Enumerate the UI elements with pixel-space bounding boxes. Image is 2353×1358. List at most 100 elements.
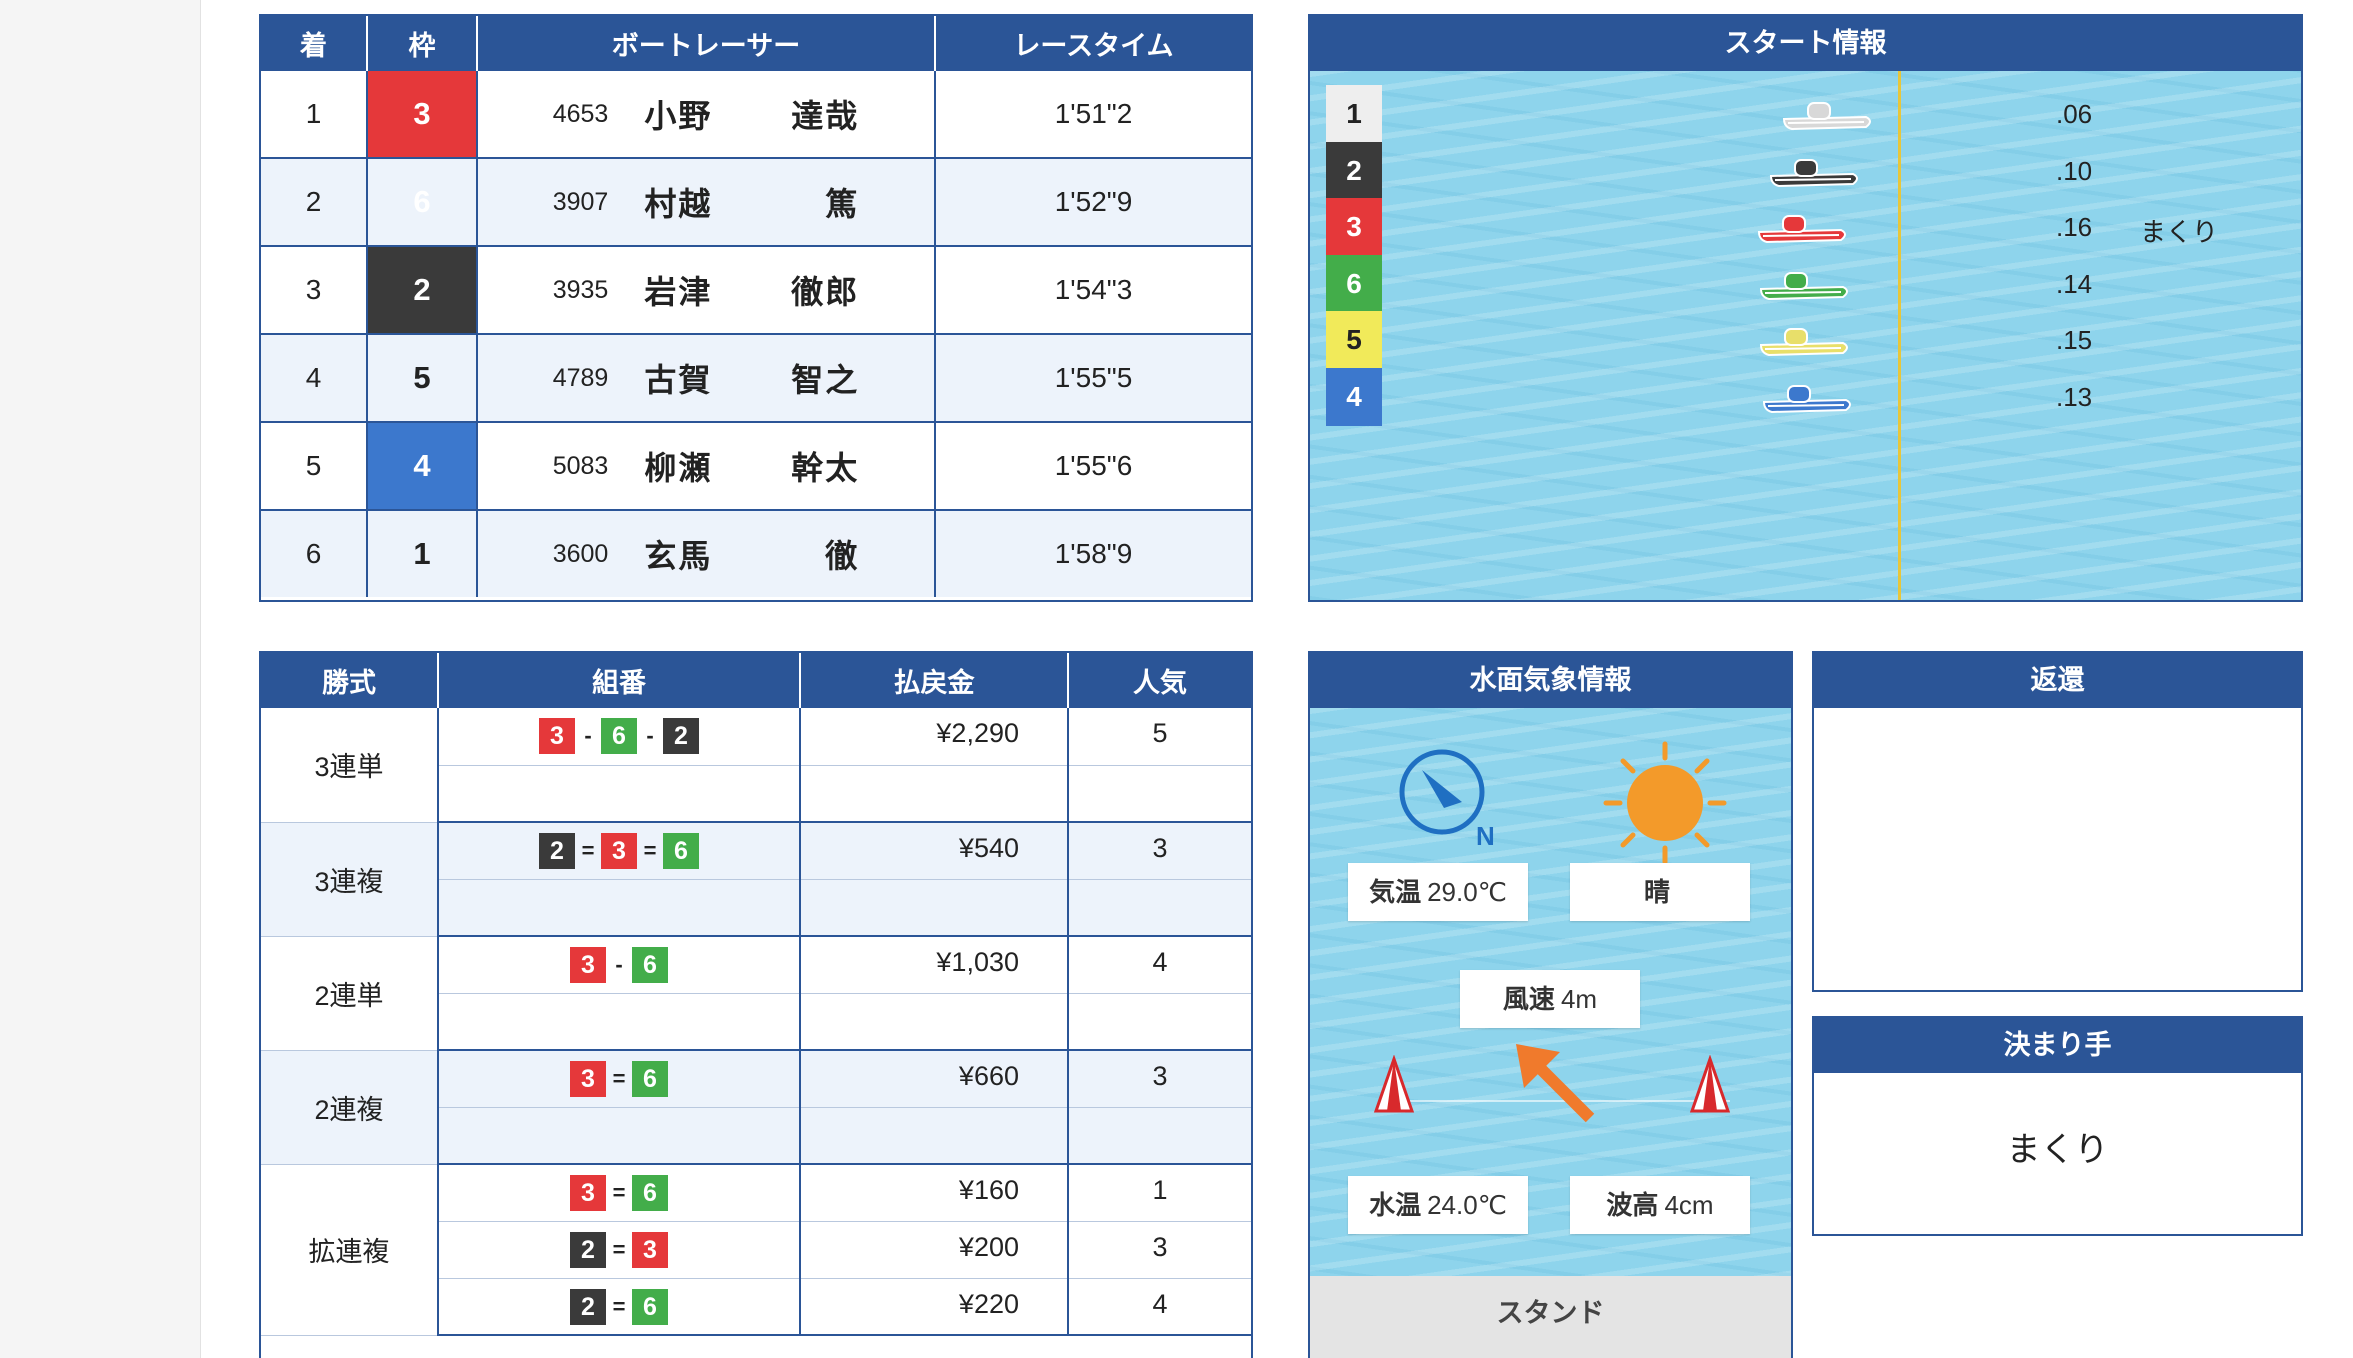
col-header-time: レースタイム xyxy=(935,16,1251,71)
result-row: 3 2 3935 岩津 徹郎 1'54"3 xyxy=(261,246,1251,335)
boat-icon xyxy=(1759,271,1848,300)
racer-reg-number: 4789 xyxy=(552,363,609,392)
popularity: 3 xyxy=(1068,1221,1251,1279)
col-header-racer: ボートレーサー xyxy=(477,16,936,71)
payout-row: 3連複 2 = 3 = 6 ¥540 3 xyxy=(261,822,1251,937)
combo-boat-badge: 2 xyxy=(663,718,699,754)
col-header-bet-type: 勝式 xyxy=(261,653,439,708)
refund-title: 返還 xyxy=(1814,653,2301,708)
racer-first-name: 徹 xyxy=(825,538,860,574)
racer-cell[interactable]: 3907 村越 篤 xyxy=(477,158,936,247)
racer-last-name: 玄馬 xyxy=(644,538,713,574)
start-info-title: スタート情報 xyxy=(1310,16,2301,71)
start-timing: .13 xyxy=(2056,381,2093,412)
racer-name[interactable]: 玄馬 徹 xyxy=(644,531,859,577)
race-time: 1'55"5 xyxy=(935,334,1251,423)
combo-separator: = xyxy=(612,1066,626,1091)
racer-reg-number: 4653 xyxy=(552,99,609,128)
combination-empty xyxy=(438,993,801,1051)
kimarite-title: 決まり手 xyxy=(1814,1018,2301,1073)
start-waku-badge: 2 xyxy=(1326,141,1382,200)
start-waku-badge: 3 xyxy=(1326,198,1382,256)
racer-reg-number: 3935 xyxy=(552,275,609,304)
racer-last-name: 柳瀬 xyxy=(644,450,713,486)
race-time: 1'58"9 xyxy=(935,510,1251,597)
wind-direction-arrow-icon xyxy=(1516,1044,1595,1123)
result-row: 6 1 3600 玄馬 徹 1'58"9 xyxy=(261,510,1251,597)
racer-cell[interactable]: 5083 柳瀬 幹太 xyxy=(477,422,936,511)
payout-amount: ¥2,290 xyxy=(800,708,1069,766)
racer-name[interactable]: 小野 達哉 xyxy=(644,91,859,137)
combination: 3 = 6 xyxy=(438,1050,801,1108)
wave-height-value: 4cm xyxy=(1664,1190,1714,1220)
boat-icon xyxy=(1782,102,1871,131)
wind-speed-label: 風速 xyxy=(1502,984,1555,1014)
popularity: 3 xyxy=(1068,1050,1251,1108)
combination: 2 = 6 xyxy=(438,1278,801,1336)
race-result-table: 着 枠 ボートレーサー レースタイム 1 3 4653 小野 達哉 1'51"2 2 6 390… xyxy=(259,14,1253,602)
race-time: 1'55"6 xyxy=(935,422,1251,511)
result-row: 4 5 4789 古賀 智之 1'55"5 xyxy=(261,334,1251,423)
racer-last-name: 小野 xyxy=(644,98,713,134)
place: 6 xyxy=(261,510,368,597)
racer-name[interactable]: 村越 篤 xyxy=(644,179,859,225)
racer-cell[interactable]: 3935 岩津 徹郎 xyxy=(477,246,936,335)
payout-empty xyxy=(800,765,1069,823)
racer-first-name: 幹太 xyxy=(791,450,860,486)
combo-boat-badge: 6 xyxy=(632,1288,668,1325)
combo-boat-badge: 6 xyxy=(601,718,637,754)
wave-height-label: 波高 xyxy=(1606,1190,1659,1220)
racer-name[interactable]: 柳瀬 幹太 xyxy=(644,443,859,489)
combination: 3-6 xyxy=(438,936,801,994)
payout-amount: ¥540 xyxy=(800,822,1069,880)
col-header-place: 着 xyxy=(261,16,368,71)
boat-icon xyxy=(1757,215,1846,244)
combination: 2 = 3 xyxy=(438,1221,801,1279)
racer-name[interactable]: 古賀 智之 xyxy=(644,355,859,401)
flag-left-icon xyxy=(1373,1055,1415,1113)
start-line xyxy=(1898,71,1901,600)
payout-row: 2連複 3 = 6 ¥660 3 xyxy=(261,1050,1251,1165)
racer-cell[interactable]: 4789 古賀 智之 xyxy=(477,334,936,423)
popularity: 5 xyxy=(1068,708,1251,766)
combo-boat-badge: 3 xyxy=(570,1175,606,1211)
racer-last-name: 古賀 xyxy=(644,362,713,398)
combination-empty xyxy=(438,765,801,823)
waku-badge: 4 xyxy=(367,422,478,511)
payout-amount: ¥220 xyxy=(800,1278,1069,1336)
bet-type: 拡連複 xyxy=(261,1164,439,1336)
bet-type: 3連複 xyxy=(261,822,439,937)
combo-boat-badge: 2 xyxy=(570,1231,606,1268)
start-info-water: 1 .06 2 .10 3 .16 まくり 6 .14 5 .15 4 .13 xyxy=(1310,71,2301,600)
weather-panel: 水面気象情報 N 気温 29.0℃ 晴 風速 4m 水温 24.0℃ 波高 4c… xyxy=(1308,651,1793,1358)
wind-speed-value: 4m xyxy=(1560,984,1598,1014)
popularity: 4 xyxy=(1068,1278,1251,1336)
refund-panel: 返還 xyxy=(1812,651,2303,992)
combo-boat-badge: 3 xyxy=(570,1061,606,1097)
wind-speed-card: 風速 4m xyxy=(1460,970,1640,1028)
payout-row: 3連単 3-6-2 ¥2,290 5 xyxy=(261,708,1251,823)
racer-first-name: 智之 xyxy=(791,362,860,398)
combo-separator: = xyxy=(643,838,657,863)
air-temp-label: 気温 xyxy=(1369,877,1422,907)
combo-boat-badge: 3 xyxy=(539,718,575,754)
combination: 2 = 3 = 6 xyxy=(438,822,801,880)
racer-name[interactable]: 岩津 徹郎 xyxy=(644,267,859,313)
result-row: 2 6 3907 村越 篤 1'52"9 xyxy=(261,158,1251,247)
waku-badge: 2 xyxy=(367,246,478,335)
racer-cell[interactable]: 3600 玄馬 徹 xyxy=(477,510,936,597)
col-header-payout: 払戻金 xyxy=(800,653,1069,708)
racer-cell[interactable]: 4653 小野 達哉 xyxy=(477,71,936,159)
race-time: 1'51"2 xyxy=(935,71,1251,159)
start-timing: .06 xyxy=(2056,99,2093,129)
bet-type: 2連単 xyxy=(261,936,439,1051)
racer-last-name: 岩津 xyxy=(644,274,713,310)
payout-empty xyxy=(800,993,1069,1051)
weather-condition: 晴 xyxy=(1643,877,1670,907)
water-temp-card: 水温 24.0℃ xyxy=(1348,1176,1528,1234)
place: 5 xyxy=(261,422,368,511)
start-waku-badge: 6 xyxy=(1326,254,1382,313)
racer-reg-number: 3600 xyxy=(552,539,609,568)
air-temp-card: 気温 29.0℃ xyxy=(1348,863,1528,921)
boat-icon xyxy=(1759,328,1848,357)
